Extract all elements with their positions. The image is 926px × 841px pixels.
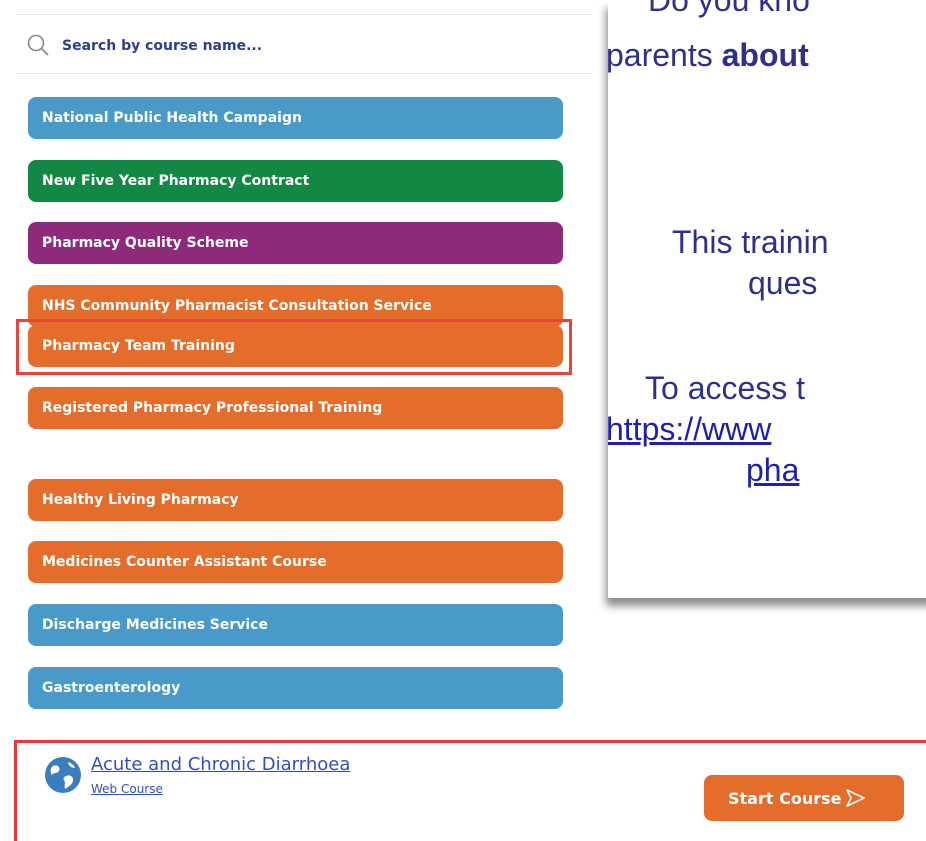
- course-category-panel: National Public Health Campaign New Five…: [0, 0, 591, 712]
- send-arrow-icon: [846, 789, 865, 807]
- category-new-five-year-pharmacy-contract[interactable]: New Five Year Pharmacy Contract: [28, 160, 563, 202]
- globe-icon: [45, 757, 81, 793]
- category-label: New Five Year Pharmacy Contract: [42, 173, 310, 189]
- category-pharmacy-quality-scheme[interactable]: Pharmacy Quality Scheme: [28, 222, 563, 264]
- category-label: Registered Pharmacy Professional Trainin…: [42, 400, 383, 416]
- category-national-public-health-campaign[interactable]: National Public Health Campaign: [28, 97, 563, 139]
- category-label: National Public Health Campaign: [42, 110, 302, 126]
- category-discharge-medicines-service[interactable]: Discharge Medicines Service: [28, 604, 563, 646]
- info-text-card: Do you kno parents about This trainin qu…: [608, 0, 926, 598]
- category-label: Healthy Living Pharmacy: [42, 492, 239, 508]
- category-label: Discharge Medicines Service: [42, 617, 268, 633]
- card-line: To access t: [645, 370, 806, 406]
- card-bold-text: about: [721, 37, 809, 73]
- card-text: parents: [608, 37, 722, 73]
- category-pharmacy-team-training[interactable]: Pharmacy Team Training: [28, 325, 563, 367]
- card-link[interactable]: https://www: [608, 411, 771, 448]
- search-input[interactable]: [60, 33, 564, 59]
- start-course-label: Start Course: [728, 788, 842, 808]
- start-course-button[interactable]: Start Course: [704, 775, 904, 821]
- category-healthy-living-pharmacy[interactable]: Healthy Living Pharmacy: [28, 479, 563, 521]
- card-line: parents about: [608, 37, 809, 74]
- category-nhs-cpcs[interactable]: NHS Community Pharmacist Consultation Se…: [28, 285, 563, 327]
- card-line: Do you kno: [648, 0, 810, 18]
- card-line: ques: [748, 265, 818, 301]
- course-title-link[interactable]: Acute and Chronic Diarrhoea: [91, 754, 350, 775]
- category-label: Pharmacy Team Training: [42, 338, 235, 354]
- category-gastroenterology[interactable]: Gastroenterology: [28, 667, 563, 709]
- category-medicines-counter-assistant-course[interactable]: Medicines Counter Assistant Course: [28, 541, 563, 583]
- card-line: This trainin: [672, 224, 829, 260]
- course-row: Acute and Chronic Diarrhoea Web Course S…: [14, 740, 926, 841]
- card-link[interactable]: pha: [746, 452, 799, 489]
- search-bar[interactable]: [16, 14, 591, 74]
- category-registered-pharmacy-professional-training[interactable]: Registered Pharmacy Professional Trainin…: [28, 387, 563, 429]
- search-icon: [27, 34, 49, 56]
- category-label: NHS Community Pharmacist Consultation Se…: [42, 298, 432, 314]
- category-label: Gastroenterology: [42, 680, 181, 696]
- category-label: Pharmacy Quality Scheme: [42, 235, 249, 251]
- category-label: Medicines Counter Assistant Course: [42, 554, 327, 570]
- course-type-link[interactable]: Web Course: [91, 782, 163, 796]
